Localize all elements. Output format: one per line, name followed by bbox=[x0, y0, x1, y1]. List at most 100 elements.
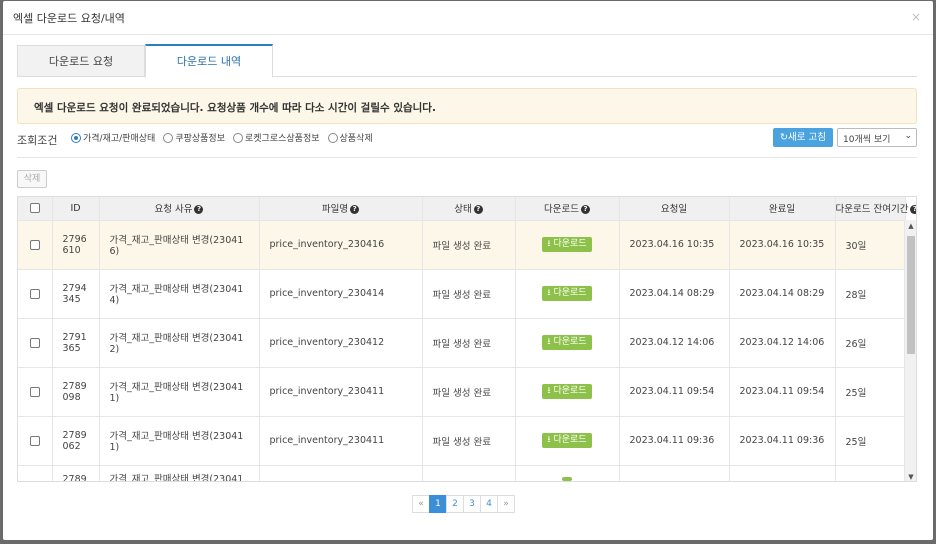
row-reason: 4) bbox=[109, 295, 120, 306]
help-icon[interactable]: ? bbox=[473, 205, 483, 215]
page-2-button[interactable]: 2 bbox=[446, 495, 464, 513]
download-button[interactable]: ⭳ 다운로드 bbox=[542, 384, 592, 399]
radio-icon[interactable] bbox=[233, 132, 243, 143]
row-checkbox[interactable] bbox=[29, 337, 40, 348]
row-status: 파일 생성 완료 bbox=[422, 220, 516, 270]
table-row[interactable]: 2794 345 가격_재고_판매상태 변경(23041 4) price_inve… bbox=[18, 269, 906, 319]
row-reason: 가격_재고_판매상태 변경(23041 bbox=[99, 465, 260, 481]
header-status: 상태? bbox=[422, 197, 516, 221]
download-button[interactable] bbox=[562, 476, 572, 481]
row-remaining: 25일 bbox=[835, 416, 906, 466]
select-all-cell bbox=[18, 197, 53, 221]
table-row[interactable]: 2791 365 가격_재고_판매상태 변경(23041 2) price_inve… bbox=[18, 318, 906, 368]
row-reason: 가격_재고_판매상태 변경(23041 bbox=[109, 284, 244, 295]
filter-row: 조회조건 가격/재고/판매상태 쿠팡상품정보 로켓그로스상품정보 상품삭제 ↻새… bbox=[17, 128, 917, 150]
row-reason: 1) bbox=[109, 393, 120, 404]
tab-download-history[interactable]: 다운로드 내역 bbox=[145, 44, 273, 78]
help-icon[interactable]: ? bbox=[910, 205, 916, 215]
row-completed: 2023.04.11 09:54 bbox=[729, 367, 836, 417]
divider bbox=[17, 157, 917, 158]
table-row[interactable]: 2789 가격_재고_판매상태 변경(23041 bbox=[18, 465, 906, 481]
pagination: « 1 2 3 4 » bbox=[412, 495, 515, 513]
help-icon[interactable]: ? bbox=[194, 205, 204, 215]
page-size-select[interactable]: 10개씩 보기 ⌄ bbox=[837, 128, 917, 147]
page-size-value: 10개씩 보기 bbox=[843, 135, 891, 145]
radio-checked-icon[interactable] bbox=[71, 132, 81, 143]
row-remaining: 30일 bbox=[835, 220, 906, 270]
header-id: ID bbox=[52, 197, 100, 221]
row-reason: 가격_재고_판매상태 변경(23041 bbox=[109, 235, 244, 246]
close-icon[interactable]: × bbox=[911, 10, 921, 24]
row-requested: 2023.04.16 10:35 bbox=[619, 220, 730, 270]
row-id: 365 bbox=[62, 342, 81, 354]
radio-label: 상품삭제 bbox=[339, 134, 373, 144]
row-filename: price_inventory_230411 bbox=[259, 367, 423, 417]
download-button[interactable]: ⭳ 다운로드 bbox=[542, 237, 592, 252]
notice-banner: 엑셀 다운로드 요청이 완료되었습니다. 요청상품 개수에 따라 다소 시간이 … bbox=[17, 88, 917, 124]
row-id: 2794 bbox=[62, 282, 87, 294]
page-4-button[interactable]: 4 bbox=[480, 495, 498, 513]
row-checkbox[interactable] bbox=[29, 288, 40, 299]
history-table: ID 요청 사유? 파일명? 상태? 다운로드? 요청일 완료일 다운로드 잔여… bbox=[17, 196, 917, 482]
table-row[interactable]: 2789 098 가격_재고_판매상태 변경(23041 1) price_inve… bbox=[18, 367, 906, 417]
next-page-button[interactable]: » bbox=[497, 495, 515, 513]
radio-rocket-growth[interactable]: 로켓그로스상품정보 bbox=[233, 131, 320, 144]
help-icon[interactable]: ? bbox=[350, 205, 360, 215]
page-1-button[interactable]: 1 bbox=[429, 495, 447, 513]
row-checkbox[interactable] bbox=[29, 386, 40, 397]
tab-bar: 다운로드 요청 다운로드 내역 bbox=[17, 44, 917, 78]
scroll-up-icon[interactable]: ▲ bbox=[905, 220, 916, 232]
radio-icon[interactable] bbox=[327, 132, 338, 143]
scroll-down-icon[interactable]: ▼ bbox=[905, 471, 916, 481]
table-row[interactable]: 2789 062 가격_재고_판매상태 변경(23041 1) price_inve… bbox=[18, 416, 906, 466]
row-filename: price_inventory_230411 bbox=[259, 416, 423, 466]
modal-title: 엑셀 다운로드 요청/내역 bbox=[13, 12, 125, 25]
row-status: 파일 생성 완료 bbox=[422, 318, 516, 368]
row-reason: 6) bbox=[109, 246, 120, 257]
chevron-down-icon: ⌄ bbox=[904, 131, 912, 141]
radio-icon[interactable] bbox=[163, 132, 174, 143]
row-requested: 2023.04.14 08:29 bbox=[619, 269, 730, 319]
scroll-thumb[interactable] bbox=[907, 236, 915, 354]
row-completed: 2023.04.11 09:36 bbox=[729, 416, 836, 466]
radio-label: 로켓그로스상품정보 bbox=[245, 134, 320, 144]
header-reason: 요청 사유? bbox=[99, 197, 260, 221]
download-button[interactable]: ⭳ 다운로드 bbox=[542, 286, 592, 301]
table-row[interactable]: 2796 610 가격_재고_판매상태 변경(23041 6) price_inve… bbox=[18, 220, 906, 270]
delete-button[interactable]: 삭제 bbox=[17, 170, 47, 188]
download-button[interactable]: ⭳ 다운로드 bbox=[542, 433, 592, 448]
row-id: 098 bbox=[62, 391, 81, 403]
row-id: 062 bbox=[62, 440, 81, 452]
prev-page-button[interactable]: « bbox=[412, 495, 430, 513]
select-all-checkbox[interactable] bbox=[29, 203, 40, 214]
refresh-button[interactable]: ↻새로 고침 bbox=[773, 128, 833, 147]
row-reason: 가격_재고_판매상태 변경(23041 bbox=[109, 431, 244, 442]
row-status: 파일 생성 완료 bbox=[422, 269, 516, 319]
download-button[interactable]: ⭳ 다운로드 bbox=[542, 335, 592, 350]
row-checkbox[interactable] bbox=[29, 435, 40, 446]
row-remaining: 25일 bbox=[835, 367, 906, 417]
radio-label: 가격/재고/판매상태 bbox=[83, 134, 156, 144]
row-id: 2791 bbox=[62, 331, 87, 343]
tab-download-request[interactable]: 다운로드 요청 bbox=[17, 45, 145, 77]
page-3-button[interactable]: 3 bbox=[463, 495, 481, 513]
row-remaining: 28일 bbox=[835, 269, 906, 319]
modal-header: 엑셀 다운로드 요청/내역 × bbox=[3, 1, 933, 35]
row-reason: 2) bbox=[109, 344, 120, 355]
header-requested: 요청일 bbox=[619, 197, 730, 221]
row-id: 2789 bbox=[62, 429, 87, 441]
row-reason: 가격_재고_판매상태 변경(23041 bbox=[109, 333, 244, 344]
radio-price-inventory[interactable]: 가격/재고/판매상태 bbox=[71, 131, 155, 144]
radio-coupang-product[interactable]: 쿠팡상품정보 bbox=[163, 131, 225, 144]
row-remaining: 26일 bbox=[835, 318, 906, 368]
table-scrollbar[interactable]: ▲ ▼ bbox=[904, 220, 916, 481]
row-completed: 2023.04.12 14:06 bbox=[729, 318, 836, 368]
row-checkbox[interactable] bbox=[29, 239, 40, 250]
row-id: 2789 bbox=[62, 380, 87, 392]
refresh-label: 새로 고침 bbox=[787, 132, 826, 143]
filter-radio-group: 가격/재고/판매상태 쿠팡상품정보 로켓그로스상품정보 상품삭제 bbox=[71, 131, 373, 144]
help-icon[interactable]: ? bbox=[580, 205, 590, 215]
radio-product-delete[interactable]: 상품삭제 bbox=[327, 131, 373, 144]
row-filename: price_inventory_230412 bbox=[259, 318, 423, 368]
row-requested: 2023.04.11 09:36 bbox=[619, 416, 730, 466]
